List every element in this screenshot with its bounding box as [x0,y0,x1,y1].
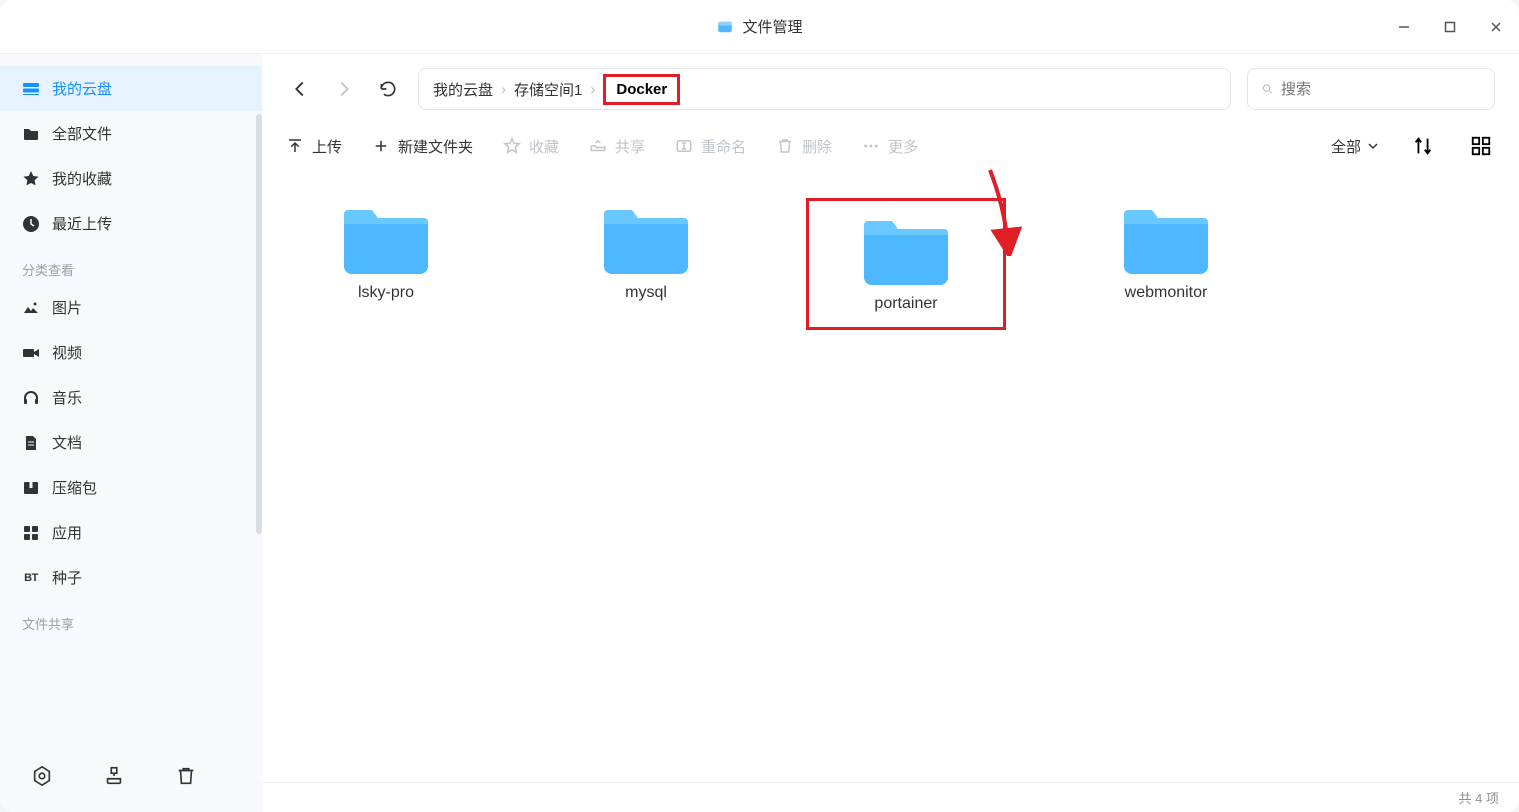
document-icon [22,434,40,452]
sidebar-item-images[interactable]: 图片 [0,285,262,330]
folder-icon [22,125,40,143]
window-maximize-button[interactable] [1427,0,1473,53]
trash-icon [776,137,794,155]
sidebar-item-apps[interactable]: 应用 [0,510,262,555]
sidebar-item-label: 文档 [52,432,82,453]
button-label: 更多 [888,136,918,157]
button-label: 删除 [802,136,832,157]
sidebar-item-favorites[interactable]: 我的收藏 [0,156,262,201]
clock-icon [22,215,40,233]
main-panel: 我的云盘 › 存储空间1 › Docker 上传 新建 [262,54,1519,812]
star-icon [22,170,40,188]
nav-refresh-button[interactable] [374,75,402,103]
sidebar-item-archives[interactable]: 压缩包 [0,465,262,510]
sidebar-item-torrents[interactable]: BT 种子 [0,555,262,600]
breadcrumb-segment-current[interactable]: Docker [603,74,680,105]
sidebar-item-label: 视频 [52,342,82,363]
chevron-down-icon [1367,140,1379,152]
cloud-drive-icon [22,80,40,98]
folder-name: portainer [874,295,937,313]
sidebar-item-music[interactable]: 音乐 [0,375,262,420]
sidebar-item-my-cloud[interactable]: 我的云盘 [0,66,262,111]
sidebar-item-label: 最近上传 [52,213,112,234]
folder-item[interactable]: mysql [546,198,746,330]
settings-button[interactable] [28,762,56,790]
rename-button[interactable]: 重命名 [675,136,746,157]
headphones-icon [22,389,40,407]
mount-button[interactable] [100,762,128,790]
trash-button[interactable] [172,762,200,790]
window-close-button[interactable] [1473,0,1519,53]
folder-icon [604,198,688,274]
titlebar: 文件管理 [0,0,1519,54]
item-count: 共 4 项 [1459,788,1499,807]
rename-icon [675,137,693,155]
apps-icon [22,524,40,542]
sidebar-item-recent-uploads[interactable]: 最近上传 [0,201,262,246]
sidebar-item-label: 种子 [52,567,82,588]
filter-label: 全部 [1331,136,1361,157]
search-input[interactable] [1247,68,1495,110]
sidebar-item-label: 音乐 [52,387,82,408]
sidebar-section-share: 文件共享 [0,600,262,639]
folder-name: webmonitor [1125,284,1208,302]
plus-icon [372,137,390,155]
share-button[interactable]: 共享 [589,136,645,157]
sort-button[interactable] [1409,132,1437,160]
sidebar-item-label: 全部文件 [52,123,112,144]
search-icon [1262,80,1273,98]
sidebar: 我的云盘 全部文件 我的收藏 最近上传 分类查看 图片 [0,54,262,812]
chevron-right-icon: › [590,81,595,98]
folder-item-highlighted[interactable]: portainer [806,198,1006,330]
folder-icon [864,209,948,285]
more-icon [862,137,880,155]
breadcrumb[interactable]: 我的云盘 › 存储空间1 › Docker [418,68,1231,110]
sidebar-item-documents[interactable]: 文档 [0,420,262,465]
app-icon [716,18,734,36]
breadcrumb-segment[interactable]: 存储空间1 [514,79,582,100]
folder-icon [344,198,428,274]
filter-dropdown[interactable]: 全部 [1331,136,1379,157]
folder-name: mysql [625,284,667,302]
sidebar-section-categories: 分类查看 [0,246,262,285]
window-minimize-button[interactable] [1381,0,1427,53]
view-grid-button[interactable] [1467,132,1495,160]
folder-name: lsky-pro [358,284,414,302]
archive-icon [22,479,40,497]
button-label: 收藏 [529,136,559,157]
more-button[interactable]: 更多 [862,136,918,157]
sidebar-item-label: 应用 [52,522,82,543]
sidebar-item-label: 压缩包 [52,477,97,498]
sidebar-item-label: 我的云盘 [52,78,112,99]
search-field[interactable] [1281,81,1480,98]
favorite-button[interactable]: 收藏 [503,136,559,157]
window-title: 文件管理 [742,16,802,37]
video-icon [22,344,40,362]
button-label: 重命名 [701,136,746,157]
sidebar-item-all-files[interactable]: 全部文件 [0,111,262,156]
button-label: 上传 [312,136,342,157]
upload-icon [286,137,304,155]
folder-item[interactable]: webmonitor [1066,198,1266,330]
image-icon [22,299,40,317]
chevron-right-icon: › [501,81,506,98]
delete-button[interactable]: 删除 [776,136,832,157]
new-folder-button[interactable]: 新建文件夹 [372,136,473,157]
share-icon [589,137,607,155]
status-bar: 共 4 项 [262,782,1519,812]
button-label: 新建文件夹 [398,136,473,157]
sidebar-item-label: 图片 [52,297,82,318]
sidebar-item-label: 我的收藏 [52,168,112,189]
star-outline-icon [503,137,521,155]
folder-icon [1124,198,1208,274]
bt-icon: BT [22,572,40,584]
nav-forward-button[interactable] [330,75,358,103]
folder-item[interactable]: lsky-pro [286,198,486,330]
button-label: 共享 [615,136,645,157]
sidebar-item-videos[interactable]: 视频 [0,330,262,375]
breadcrumb-segment[interactable]: 我的云盘 [433,79,493,100]
nav-back-button[interactable] [286,75,314,103]
upload-button[interactable]: 上传 [286,136,342,157]
